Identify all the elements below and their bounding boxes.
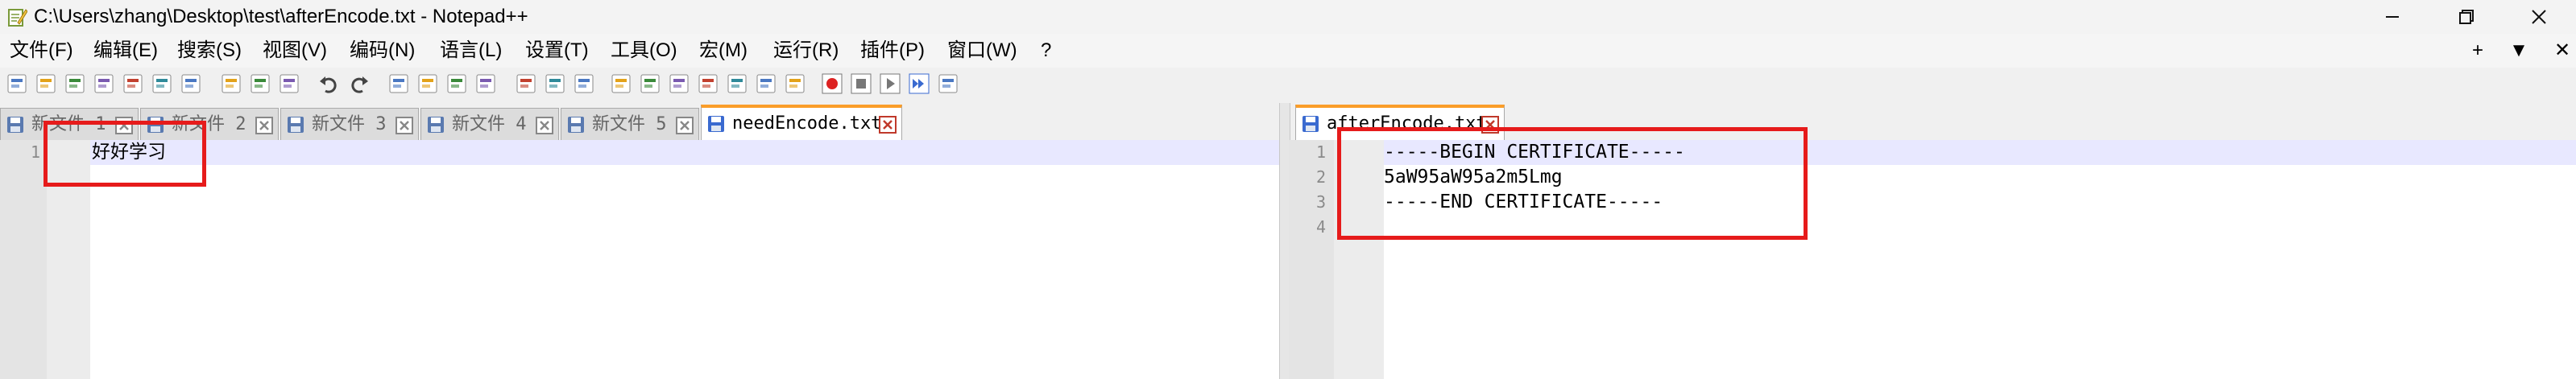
tab-left-4[interactable]: 新文件 4 xyxy=(420,108,559,140)
lang-icon[interactable] xyxy=(667,72,691,96)
line-number-gutter xyxy=(0,140,47,379)
annotation-box-left xyxy=(43,121,206,187)
menu-edit[interactable]: 编辑(E) xyxy=(93,34,158,68)
indent-guide-icon[interactable] xyxy=(638,72,662,96)
annotation-box-right xyxy=(1337,127,1808,240)
zoom-in-icon[interactable] xyxy=(445,72,469,96)
menu-help[interactable]: ? xyxy=(1041,34,1051,68)
close-window-button[interactable] xyxy=(2502,0,2576,34)
save-macro-icon[interactable] xyxy=(936,72,960,96)
monitor-icon[interactable] xyxy=(783,72,807,96)
replace-icon[interactable] xyxy=(416,72,440,96)
tab-label: needEncode.txt xyxy=(732,113,882,134)
save-icon[interactable] xyxy=(63,72,87,96)
run-macro-multiple-icon[interactable] xyxy=(907,72,931,96)
tab-label: 新文件 5 xyxy=(592,114,667,134)
file-save-status-icon xyxy=(288,117,304,133)
tab-label: 新文件 3 xyxy=(312,114,387,134)
redo-icon[interactable] xyxy=(346,72,371,96)
function-list-icon[interactable] xyxy=(725,72,749,96)
tab-close-icon[interactable] xyxy=(396,117,413,134)
sync-h-icon[interactable] xyxy=(543,72,567,96)
doc-map-icon[interactable] xyxy=(696,72,720,96)
line-number: 1 xyxy=(1315,142,1326,162)
menu-encoding[interactable]: 编码(N) xyxy=(350,34,415,68)
stop-macro-icon[interactable] xyxy=(849,72,873,96)
zoom-out-icon[interactable] xyxy=(474,72,498,96)
tab-close-icon[interactable] xyxy=(676,117,694,134)
menu-file[interactable]: 文件(F) xyxy=(10,34,73,68)
folder-workspace-icon[interactable] xyxy=(754,72,778,96)
title-bar: C:\Users\zhang\Desktop\test\afterEncode.… xyxy=(0,0,2576,34)
current-line-highlight xyxy=(90,140,1279,165)
save-all-icon[interactable] xyxy=(92,72,116,96)
copy-icon[interactable] xyxy=(248,72,272,96)
file-save-status-icon xyxy=(708,116,724,132)
menu-run[interactable]: 运行(R) xyxy=(773,34,839,68)
menu-plugins[interactable]: 插件(P) xyxy=(860,34,925,68)
new-tab-plus-button[interactable]: + xyxy=(2466,34,2490,68)
notepadpp-app-icon xyxy=(8,9,27,27)
close-icon xyxy=(2532,10,2546,24)
minimize-button[interactable] xyxy=(2355,0,2429,34)
maximize-button[interactable] xyxy=(2429,0,2504,34)
menu-window[interactable]: 窗口(W) xyxy=(947,34,1017,68)
line-number: 3 xyxy=(1315,192,1326,212)
print-icon[interactable] xyxy=(179,72,203,96)
tab-label: 新文件 4 xyxy=(452,114,527,134)
file-save-status-icon xyxy=(568,117,584,133)
tab-close-icon[interactable] xyxy=(879,116,897,134)
tab-list-dropdown-button[interactable]: ▼ xyxy=(2507,34,2531,68)
menu-tools[interactable]: 工具(O) xyxy=(611,34,677,68)
close-all-icon[interactable] xyxy=(150,72,174,96)
word-wrap-icon[interactable] xyxy=(572,72,596,96)
close-doc-button[interactable]: ✕ xyxy=(2550,34,2574,68)
tab-left-3[interactable]: 新文件 3 xyxy=(280,108,419,140)
line-number: 4 xyxy=(1315,217,1326,237)
menu-view[interactable]: 视图(V) xyxy=(263,34,327,68)
file-save-status-icon xyxy=(428,117,444,133)
play-macro-icon[interactable] xyxy=(878,72,902,96)
line-number: 1 xyxy=(30,142,40,162)
menu-bar: 文件(F) 编辑(E) 搜索(S) 视图(V) 编码(N) 语言(L) 设置(T… xyxy=(0,34,2576,68)
restore-icon xyxy=(2459,10,2474,24)
tab-close-icon[interactable] xyxy=(255,117,273,134)
minimize-icon xyxy=(2386,16,2399,18)
tab-left-5[interactable]: 新文件 5 xyxy=(561,108,699,140)
tab-left-6[interactable]: needEncode.txt xyxy=(701,105,902,140)
toolbar xyxy=(0,68,2576,101)
menu-settings[interactable]: 设置(T) xyxy=(525,34,589,68)
new-file-icon[interactable] xyxy=(5,72,29,96)
cut-icon[interactable] xyxy=(219,72,243,96)
menu-language[interactable]: 语言(L) xyxy=(440,34,502,68)
paste-icon[interactable] xyxy=(277,72,301,96)
undo-icon[interactable] xyxy=(317,72,342,96)
file-save-status-icon xyxy=(7,117,23,133)
file-save-status-icon xyxy=(1302,116,1319,132)
close-icon[interactable] xyxy=(121,72,145,96)
window-title: C:\Users\zhang\Desktop\test\afterEncode.… xyxy=(34,6,528,27)
find-icon[interactable] xyxy=(387,72,411,96)
sync-v-icon[interactable] xyxy=(514,72,538,96)
show-all-chars-icon[interactable] xyxy=(609,72,633,96)
record-macro-icon[interactable] xyxy=(820,72,844,96)
tab-close-icon[interactable] xyxy=(536,117,553,134)
open-file-icon[interactable] xyxy=(34,72,58,96)
menu-search[interactable]: 搜索(S) xyxy=(177,34,242,68)
menu-macro[interactable]: 宏(M) xyxy=(699,34,748,68)
line-number: 2 xyxy=(1315,167,1326,187)
